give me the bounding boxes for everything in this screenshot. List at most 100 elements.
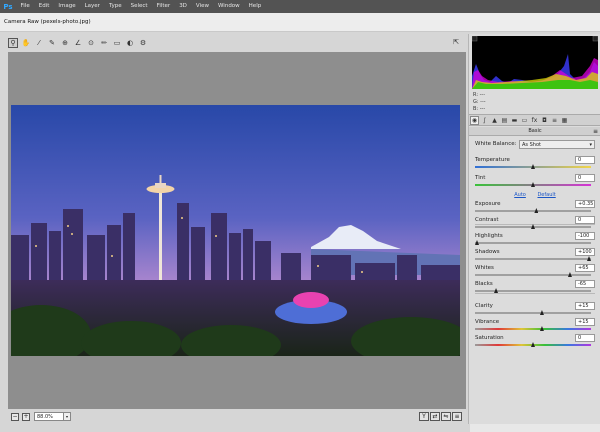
contrast-value-field[interactable]: 0 [575,216,595,224]
whites-slider[interactable] [475,272,591,277]
white-balance-icon[interactable]: ⁄ [34,38,44,48]
contrast-label: Contrast [475,217,499,223]
contrast-row: Contrast 0 [475,216,597,225]
graduated-filter-icon[interactable]: ▭ [112,38,122,48]
shadows-slider[interactable] [475,256,591,261]
dialog-title: Camera Raw (pexels-photo.jpg) [4,19,91,25]
tint-slider[interactable] [475,182,591,187]
adjustment-panel: R: --- G: --- B: --- ◉ ∫ ▲ ▤ ▬ ▭ fx ◘ ≡ … [468,34,600,424]
exposure-slider[interactable] [475,208,591,213]
preview-image [11,105,460,356]
zoom-bar: − + 88.0% ▾ Y ⇄ ⇋ ≡ [8,410,466,423]
highlights-slider[interactable] [475,240,591,245]
blacks-label: Blacks [475,281,493,287]
hand-icon[interactable]: ✋ [21,38,31,48]
clarity-label: Clarity [475,303,493,309]
exposure-value-field[interactable]: +0.35 [575,200,595,208]
clarity-slider[interactable] [475,310,591,315]
menu-file[interactable]: File [16,0,34,13]
shadows-value-field[interactable]: +100 [575,248,595,256]
r-value: --- [479,92,486,98]
effects-tab-icon[interactable]: fx [530,116,539,125]
blacks-value-field[interactable]: -65 [575,280,595,288]
zoom-icon[interactable]: ⚲ [8,37,18,48]
camera-calibration-tab-icon[interactable]: ◘ [540,116,549,125]
menu-select[interactable]: Select [126,0,152,13]
straighten-icon[interactable]: ∠ [73,38,83,48]
section-title: Basic [528,128,542,134]
dialog-title-bar: Camera Raw (pexels-photo.jpg) [0,13,600,32]
clarity-row: Clarity +15 [475,302,597,311]
tone-curve-tab-icon[interactable]: ∫ [480,116,489,125]
red-eye-icon[interactable]: ⊙ [86,38,96,48]
bottom-strip [470,424,600,432]
split-toning-tab-icon[interactable]: ▬ [510,116,519,125]
snapshots-tab-icon[interactable]: ▦ [560,116,569,125]
tool-bar: ⚲ ✋ ⁄ ✎ ⊕ ∠ ⊙ ✏ ▭ ◐ ⚙ [8,36,148,49]
tint-row: Tint 0 [475,174,597,183]
preferences-icon[interactable]: ⚙ [138,38,148,48]
vibrance-value-field[interactable]: +15 [575,318,595,326]
menu-view[interactable]: View [191,0,213,13]
saturation-slider[interactable] [475,342,591,347]
temperature-row: Temperature 0 [475,156,597,165]
g-label: G: [473,99,479,105]
menu-layer[interactable]: Layer [80,0,104,13]
before-after-icon[interactable]: Y [419,412,429,421]
auto-link[interactable]: Auto [514,192,526,198]
r-label: R: [473,92,479,98]
vibrance-slider[interactable] [475,326,591,331]
white-balance-label: White Balance: [475,141,517,147]
histogram [472,36,598,89]
swap-icon[interactable]: ⇄ [430,412,440,421]
tint-value-field[interactable]: 0 [575,174,595,182]
targeted-adjustment-icon[interactable]: ⊕ [60,38,70,48]
radial-filter-icon[interactable]: ◐ [125,38,135,48]
contrast-slider[interactable] [475,224,591,229]
fullscreen-toggle-icon[interactable]: ⇱ [451,37,461,47]
whites-label: Whites [475,265,494,271]
section-header: Basic ≡ [469,127,600,136]
menu-type[interactable]: Type [104,0,126,13]
vibrance-label: Vibrance [475,319,500,325]
view-buttons: Y ⇄ ⇋ ≡ [419,412,462,421]
rgb-readout: R: --- G: --- B: --- [473,92,533,113]
zoom-out-button[interactable]: − [11,412,19,421]
adjustment-brush-icon[interactable]: ✏ [99,38,109,48]
whites-value-field[interactable]: +65 [575,264,595,272]
detail-tab-icon[interactable]: ▲ [490,116,499,125]
white-balance-select[interactable]: As Shot [519,140,595,149]
shadows-label: Shadows [475,249,500,255]
lens-tab-icon[interactable]: ▭ [520,116,529,125]
presets-tab-icon[interactable]: ≡ [550,116,559,125]
menu-edit[interactable]: Edit [34,0,54,13]
temperature-value-field[interactable]: 0 [575,156,595,164]
g-value: --- [480,99,486,105]
auto-default-links: Auto Default [469,192,600,198]
default-link[interactable]: Default [537,192,555,198]
zoom-in-button[interactable]: + [22,412,30,421]
menu-image[interactable]: Image [54,0,80,13]
highlights-value-field[interactable]: -100 [575,232,595,240]
hsl-tab-icon[interactable]: ▤ [500,116,509,125]
zoom-dropdown-icon[interactable]: ▾ [64,412,71,421]
menu-help[interactable]: Help [244,0,266,13]
basic-tab-icon[interactable]: ◉ [470,115,479,125]
blacks-slider[interactable] [475,288,591,293]
clarity-value-field[interactable]: +15 [575,302,595,310]
whites-row: Whites +65 [475,264,597,273]
exposure-row: Exposure +0.35 [475,200,597,209]
zoom-level-field[interactable]: 88.0% [34,412,64,421]
temperature-slider[interactable] [475,164,591,169]
temperature-label: Temperature [475,157,510,163]
menu-window[interactable]: Window [213,0,244,13]
highlights-row: Highlights -100 [475,232,597,241]
color-sampler-icon[interactable]: ✎ [47,38,57,48]
menu-filter[interactable]: Filter [152,0,175,13]
menu-3d[interactable]: 3D [175,0,192,13]
toggle-defaults-icon[interactable]: ≡ [452,412,462,421]
copy-settings-icon[interactable]: ⇋ [441,412,451,421]
saturation-value-field[interactable]: 0 [575,334,595,342]
vibrance-row: Vibrance +15 [475,318,597,327]
panel-menu-icon[interactable]: ≡ [593,127,598,136]
